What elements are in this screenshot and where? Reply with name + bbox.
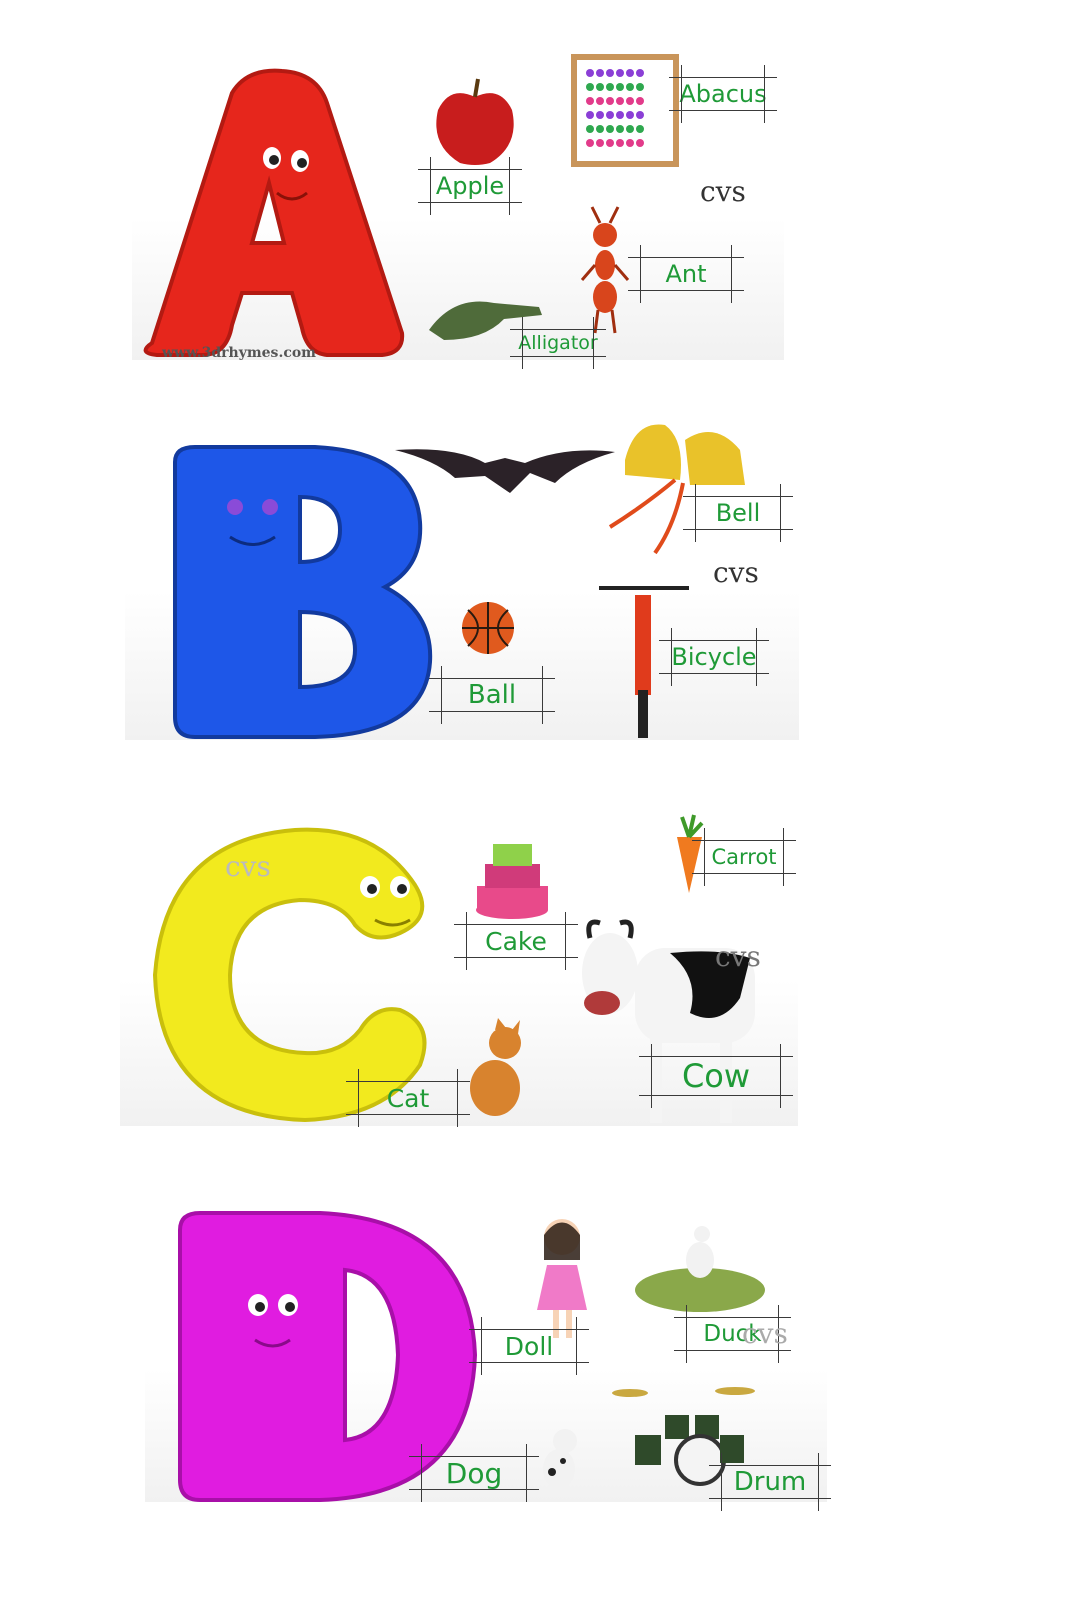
label-text: Dog [445, 1456, 503, 1490]
label-text: Bell [715, 499, 761, 527]
panel-a: Apple Abacus cvs Ant Alligator www.3drhy… [132, 45, 784, 369]
label-text: Cat [386, 1083, 430, 1113]
panel-c: cvs cvs Cake Carrot Cat Cow [120, 800, 798, 1127]
panel-b: Bell cvs Bicycle Ball [125, 410, 799, 740]
label-text: Drum [733, 1467, 807, 1497]
label-abacus: Abacus [669, 65, 777, 123]
label-doll: Doll [469, 1317, 589, 1375]
watermark-cvs-b: cvs [713, 556, 759, 589]
cat-image [470, 1018, 521, 1116]
watermark-cvs-a: cvs [700, 175, 746, 208]
label-text: Bicycle [671, 643, 757, 671]
label-cow: Cow [639, 1044, 793, 1108]
label-text: Ball [467, 680, 517, 710]
label-ball: Ball [429, 666, 555, 724]
watermark-cvs-c1: cvs [225, 850, 271, 883]
label-cat: Cat [346, 1069, 470, 1127]
ant-image [580, 206, 630, 334]
label-dog: Dog [409, 1444, 539, 1502]
letter-a-character [143, 68, 405, 357]
label-text: Ant [665, 260, 707, 288]
label-apple: Apple [418, 157, 522, 215]
watermark-cvs-d: cvs [742, 1317, 788, 1350]
label-text: Carrot [711, 845, 777, 869]
label-bicycle: Bicycle [659, 628, 769, 686]
label-cake: Cake [454, 912, 578, 970]
label-cake-text: Cake [485, 926, 547, 956]
watermark-cvs-c2: cvs [715, 940, 761, 973]
label-drum: Drum [709, 1453, 831, 1511]
label-text: Cow [681, 1057, 751, 1095]
label-bell: Bell [683, 484, 793, 542]
basketball-image [462, 602, 514, 654]
label-text: Doll [504, 1331, 554, 1361]
label-text: Apple [435, 172, 505, 200]
abacus-image [571, 54, 679, 167]
label-ant: Ant [628, 245, 744, 303]
bat-image [395, 449, 615, 493]
panel-d: Doll Duck cvs Dog Drum [145, 1205, 831, 1511]
label-text: Alligator [518, 332, 598, 354]
duck-nest-image [635, 1226, 765, 1312]
dog-image [543, 1429, 577, 1489]
apple-image [436, 78, 514, 165]
cake-image [476, 844, 548, 919]
label-carrot: Carrot [692, 828, 796, 886]
credit-text: www.3drhymes.com [162, 345, 316, 361]
label-alligator: Alligator [510, 317, 606, 369]
label-text: Abacus [679, 80, 767, 108]
